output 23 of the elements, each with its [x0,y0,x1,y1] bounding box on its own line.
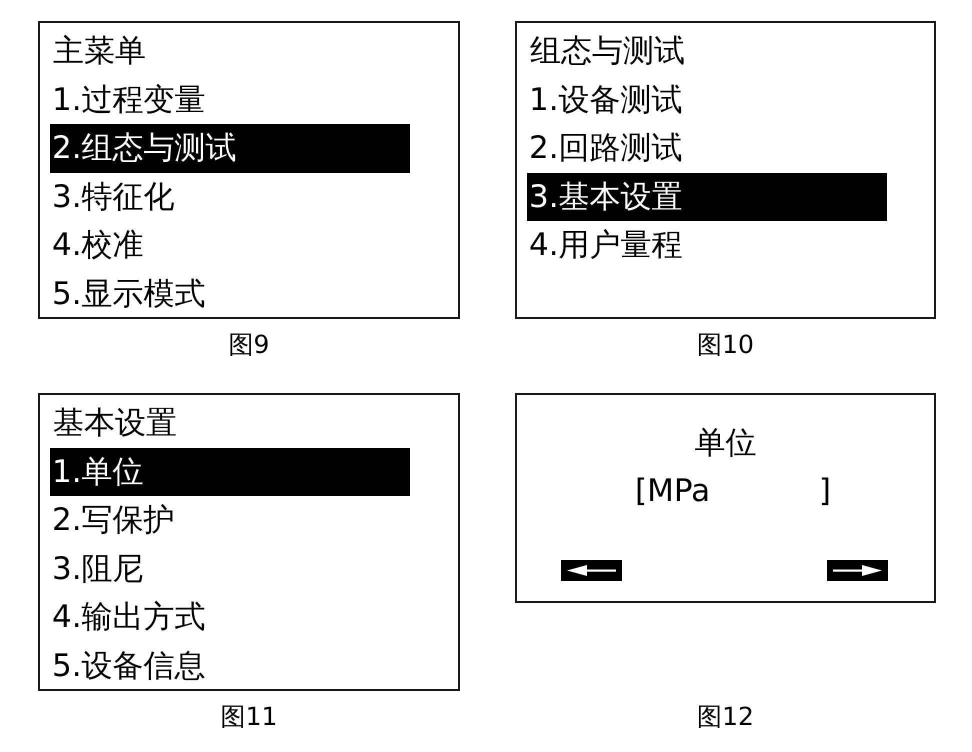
menu-item[interactable]: 2.写保护 [50,496,410,544]
figure-caption: 图11 [220,701,278,732]
menu-title: 主菜单 [52,32,146,71]
menu-item[interactable]: 3.基本设置 [527,172,887,221]
menu-item[interactable]: 3.阻尼 [50,544,410,593]
figure-caption: 图10 [697,329,754,360]
menu-item[interactable]: 1.设备测试 [527,76,887,124]
menu-item[interactable]: 4.用户量程 [527,221,887,270]
menu-item[interactable]: 1.单位 [50,448,410,496]
menu-item[interactable]: 3.特征化 [50,172,410,221]
figure-caption: 图9 [228,329,270,360]
figure-caption: 图12 [697,701,754,732]
menu-title: 基本设置 [52,404,177,443]
menu-item[interactable]: 2.回路测试 [527,124,887,172]
screen-title: 单位 [694,424,756,463]
menu-item[interactable]: 5.显示模式 [50,270,410,318]
menu-title: 组态与测试 [529,32,685,71]
menu-item[interactable]: 5.设备信息 [50,642,410,690]
menu-item[interactable]: 1.过程变量 [50,76,410,124]
unit-value-field: [MPa ] [635,467,831,515]
menu-item[interactable]: 4.校准 [50,221,410,270]
menu-item[interactable]: 2.组态与测试 [50,124,410,172]
menu-item[interactable]: 4.输出方式 [50,593,410,642]
